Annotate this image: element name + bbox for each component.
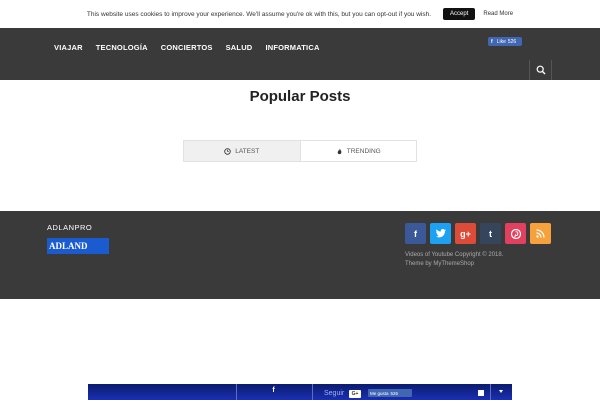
- google-plus-button[interactable]: G+: [349, 390, 361, 398]
- bar-divider: [312, 384, 313, 400]
- site-header: VIAJAR TECNOLOGÍA CONCIERTOS SALUD INFOR…: [0, 28, 600, 80]
- bar-divider: [236, 384, 237, 400]
- nav-item-conciertos[interactable]: CONCIERTOS: [161, 43, 213, 52]
- twitter-icon[interactable]: [430, 223, 451, 244]
- header-divider: [529, 60, 530, 80]
- tab-trending-label: TRENDING: [346, 147, 381, 155]
- nav-item-salud[interactable]: SALUD: [226, 43, 253, 52]
- popular-posts-tabs: LATEST TRENDING: [183, 140, 417, 162]
- tumblr-icon[interactable]: t: [480, 223, 501, 244]
- facebook-like-button[interactable]: f Like 526: [488, 37, 522, 46]
- footer-brand: ADLANPRO: [47, 223, 93, 232]
- theme-credit: Theme by MyThemeShop: [405, 261, 475, 267]
- facebook-like-label: Like: [496, 38, 506, 45]
- tab-trending[interactable]: TRENDING: [301, 141, 417, 161]
- main-nav: VIAJAR TECNOLOGÍA CONCIERTOS SALUD INFOR…: [54, 43, 333, 52]
- tab-latest[interactable]: LATEST: [184, 141, 301, 161]
- google-plus-icon[interactable]: g+: [455, 223, 476, 244]
- chevron-down-icon[interactable]: [499, 390, 503, 394]
- nav-item-viajar[interactable]: VIAJAR: [54, 43, 83, 52]
- social-links: f g+ t: [405, 223, 555, 244]
- tab-latest-label: LATEST: [235, 147, 260, 155]
- copyright-text: Videos of Youtube Copyright © 2018.: [405, 252, 504, 258]
- page-title: Popular Posts: [249, 88, 351, 105]
- footer-logo[interactable]: ADLAND: [47, 238, 109, 254]
- clock-icon: [224, 147, 231, 155]
- search-icon[interactable]: [536, 65, 546, 75]
- cookie-read-more-link[interactable]: Read More: [483, 11, 513, 17]
- pinterest-icon[interactable]: [505, 223, 526, 244]
- flame-icon: [337, 147, 342, 154]
- nav-item-informatica[interactable]: INFORMATICA: [265, 43, 319, 52]
- like-label: Me gusta: [370, 390, 389, 396]
- cookie-message: This website uses cookies to improve you…: [86, 10, 432, 18]
- facebook-like-count: 526: [507, 38, 517, 45]
- facebook-icon: f: [491, 38, 493, 45]
- follow-label[interactable]: Seguir: [324, 390, 344, 397]
- close-icon[interactable]: [478, 390, 484, 396]
- facebook-icon[interactable]: f: [269, 387, 278, 396]
- cookie-accept-button[interactable]: Accept: [443, 8, 476, 20]
- cookie-bar: This website uses cookies to improve you…: [0, 0, 600, 28]
- header-divider: [551, 60, 552, 80]
- rss-icon[interactable]: [530, 223, 551, 244]
- site-footer: ADLANPRO ADLAND f g+ t Videos of Youtube…: [0, 211, 600, 299]
- facebook-like-button[interactable]: Me gusta 526: [368, 389, 412, 397]
- nav-item-tecnologia[interactable]: TECNOLOGÍA: [96, 43, 148, 52]
- footer-copyright: Videos of Youtube Copyright © 2018. Them…: [405, 251, 503, 269]
- like-count: 526: [390, 390, 399, 396]
- bar-divider: [490, 384, 491, 400]
- bottom-social-bar: f Seguir G+ Me gusta 526: [88, 384, 512, 400]
- facebook-icon[interactable]: f: [405, 223, 426, 244]
